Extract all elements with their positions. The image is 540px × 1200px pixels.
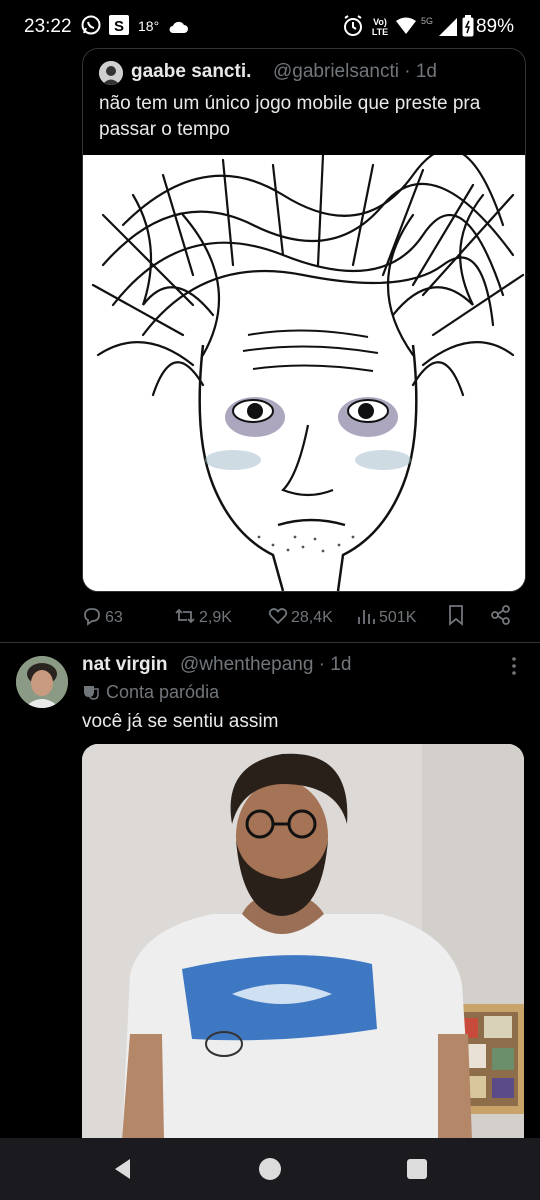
reply-button[interactable]: 63 bbox=[82, 606, 123, 627]
more-options-icon[interactable] bbox=[502, 654, 526, 678]
quoted-author-name[interactable]: gaabe sancti. bbox=[131, 61, 251, 83]
retweet-icon bbox=[175, 608, 195, 624]
back-icon[interactable] bbox=[110, 1156, 136, 1182]
author-avatar[interactable] bbox=[16, 656, 68, 708]
quoted-tweet-card[interactable]: gaabe sancti. @gabrielsancti · 1d não te… bbox=[82, 48, 526, 592]
svg-text:S: S bbox=[114, 18, 124, 35]
quoted-tweet-image[interactable] bbox=[83, 148, 525, 591]
system-navigation-bar bbox=[0, 1138, 540, 1200]
quoted-tweet-text: não tem um único jogo mobile que preste … bbox=[99, 93, 481, 140]
home-icon[interactable] bbox=[257, 1156, 283, 1182]
whatsapp-icon bbox=[81, 15, 101, 35]
retweet-button[interactable]: 2,9K bbox=[174, 606, 232, 627]
reply-count: 63 bbox=[105, 609, 123, 626]
retweet-count: 2,9K bbox=[199, 609, 232, 626]
wifi-icon bbox=[396, 17, 416, 34]
tweet-image[interactable] bbox=[82, 744, 524, 1140]
share-icon[interactable] bbox=[490, 604, 512, 626]
status-time: 23:22 bbox=[24, 16, 72, 37]
heart-icon bbox=[268, 608, 288, 625]
photo-man-tshirt bbox=[82, 744, 524, 1140]
like-button[interactable]: 28,4K bbox=[268, 606, 333, 627]
bookmark-icon[interactable] bbox=[446, 604, 466, 626]
cloud-icon bbox=[169, 21, 188, 33]
status-battery: 89% bbox=[475, 16, 514, 37]
alarm-icon bbox=[344, 15, 362, 36]
views-count: 501K bbox=[379, 609, 417, 626]
signal-icon bbox=[439, 18, 457, 36]
tweet-divider bbox=[0, 642, 540, 643]
quoted-author-handle: @gabrielsancti · 1d bbox=[273, 61, 437, 82]
volte-icon: Vo) LTE bbox=[372, 17, 388, 37]
svg-text:LTE: LTE bbox=[372, 27, 388, 37]
battery-icon bbox=[462, 15, 474, 37]
tweet-text: você já se sentiu assim bbox=[82, 711, 279, 732]
svg-text:Vo): Vo) bbox=[373, 17, 387, 27]
drawn-face-illustration bbox=[83, 148, 525, 591]
quoted-author-avatar bbox=[99, 61, 123, 85]
author-handle: @whenthepang · 1d bbox=[180, 654, 352, 675]
s-app-icon: S bbox=[109, 15, 129, 35]
recents-icon[interactable] bbox=[404, 1156, 430, 1182]
parody-label-text: Conta paródia bbox=[106, 682, 220, 702]
author-name[interactable]: nat virgin bbox=[82, 654, 168, 676]
parody-label: Conta paródia bbox=[82, 682, 219, 703]
views-chart-icon bbox=[358, 610, 375, 624]
network-type: 5G bbox=[421, 16, 434, 26]
status-temperature: 18° bbox=[138, 18, 160, 34]
like-count: 28,4K bbox=[291, 609, 333, 626]
reply-icon bbox=[84, 608, 100, 626]
parody-mask-icon bbox=[84, 686, 99, 700]
tweet-action-bar: 63 2,9K 28,4K 501K bbox=[82, 600, 524, 634]
views-button[interactable]: 501K bbox=[356, 606, 416, 627]
